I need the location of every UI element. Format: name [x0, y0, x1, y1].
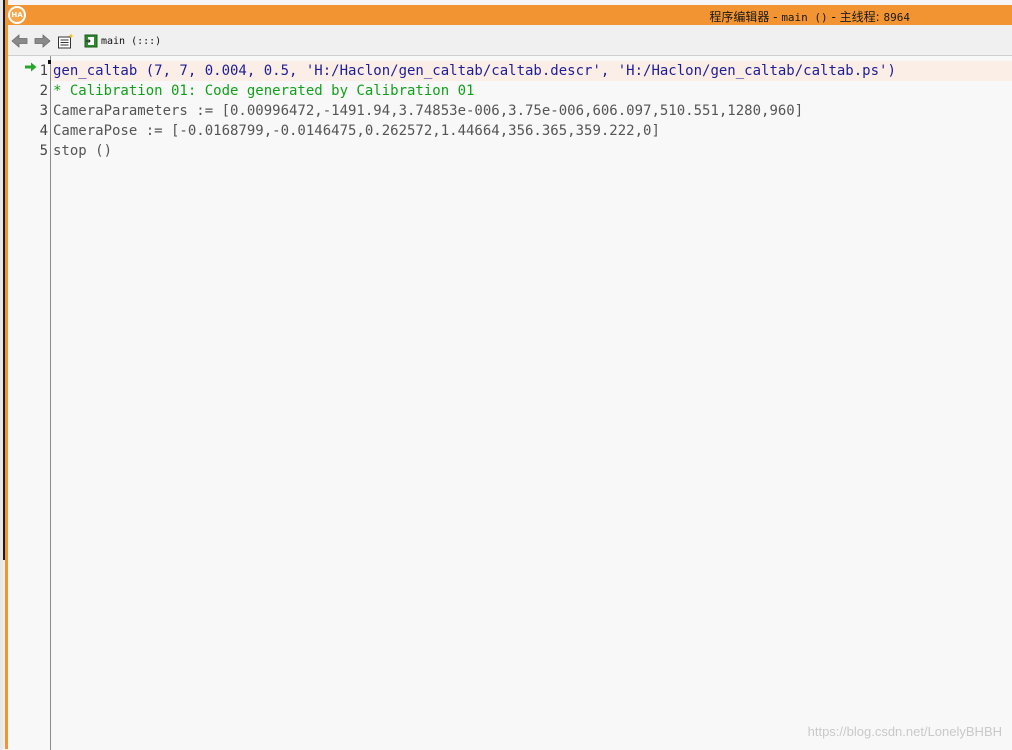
- code-line-text: gen_caltab (7, 7, 0.004, 0.5, 'H:/Haclon…: [53, 63, 896, 79]
- forward-button[interactable]: [33, 33, 51, 49]
- line-number: 4: [39, 123, 48, 139]
- insert-code-button[interactable]: [57, 33, 75, 49]
- window-title-procedure: main (): [781, 11, 828, 24]
- code-area[interactable]: gen_caltab (7, 7, 0.004, 0.5, 'H:/Haclon…: [51, 56, 1012, 750]
- code-line-text: * Calibration 01: Code generated by Cali…: [53, 83, 475, 99]
- window-title: 程序编辑器 - main () - 主线程: 8964: [709, 8, 910, 25]
- halcon-logo-icon: HA: [8, 6, 26, 24]
- watermark: https://blog.csdn.net/LonelyBHBH: [807, 724, 1002, 739]
- procedure-scope-selector[interactable]: main (:::): [84, 32, 161, 50]
- code-line[interactable]: CameraParameters := [0.00996472,-1491.94…: [51, 101, 1012, 121]
- editor-toolbar: main (:::): [8, 30, 1012, 52]
- line-number: 5: [39, 143, 48, 159]
- window-titlebar[interactable]: HA 程序编辑器 - main () - 主线程: 8964: [5, 5, 1012, 25]
- line-number: 2: [39, 83, 48, 99]
- window-title-thread-label: - 主线程:: [827, 10, 884, 24]
- window-title-prefix: 程序编辑器 -: [709, 10, 782, 24]
- back-button[interactable]: [11, 33, 29, 49]
- code-line[interactable]: CameraPose := [-0.0168799,-0.0146475,0.2…: [51, 121, 1012, 141]
- arrow-left-icon: [11, 34, 28, 48]
- clipboard-new-icon: [58, 33, 74, 49]
- program-editor[interactable]: 1 2 3 4 5 gen_caltab (7, 7, 0.004, 0.5, 'H:/…: [8, 55, 1012, 750]
- code-line-text: CameraParameters := [0.00996472,-1491.94…: [53, 103, 804, 119]
- arrow-right-icon: [34, 34, 51, 48]
- window-title-thread-id: 8964: [883, 11, 911, 24]
- line-number: 3: [39, 103, 48, 119]
- line-number-gutter[interactable]: 1 2 3 4 5: [8, 56, 51, 750]
- procedure-scope-label: main (:::): [101, 35, 162, 47]
- procedure-icon: [84, 34, 98, 48]
- code-line[interactable]: stop (): [51, 141, 1012, 161]
- halcon-logo-text: HA: [10, 8, 24, 22]
- code-line[interactable]: * Calibration 01: Code generated by Cali…: [51, 81, 1012, 101]
- line-number: 1: [39, 63, 48, 79]
- code-line[interactable]: gen_caltab (7, 7, 0.004, 0.5, 'H:/Haclon…: [51, 61, 1012, 81]
- code-line-text: CameraPose := [-0.0168799,-0.0146475,0.2…: [53, 123, 660, 139]
- code-line-text: stop (): [53, 143, 113, 159]
